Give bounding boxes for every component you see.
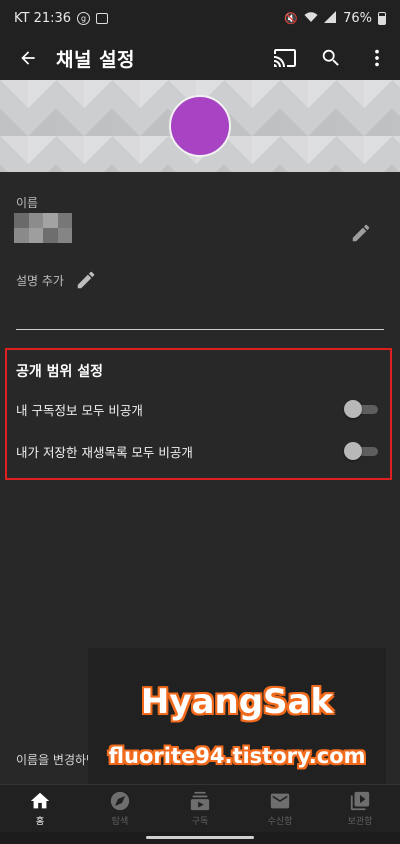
cast-icon [274, 49, 296, 67]
watermark-title: HyangSak [140, 682, 334, 722]
nav-home[interactable]: 홈 [0, 785, 80, 832]
back-button[interactable] [0, 36, 56, 80]
more-vert-icon [375, 49, 379, 67]
gallery-icon [96, 12, 109, 24]
pencil-icon [352, 224, 370, 242]
privacy-option-label: 내 구독정보 모두 비공개 [16, 402, 143, 418]
bottom-nav: 홈 탐색 구독 수신함 보관함 [0, 784, 400, 832]
privacy-section-title: 공개 범위 설정 [16, 364, 104, 380]
name-label: 이름 [16, 196, 39, 210]
search-icon [322, 49, 339, 66]
nav-explore[interactable]: 탐색 [80, 785, 160, 832]
description-label: 설명 추가 [16, 273, 64, 288]
channel-name-redacted [14, 213, 72, 243]
app-bar: 채널 설정 [0, 36, 400, 80]
search-button[interactable] [308, 36, 354, 80]
watermark-url: fluorite94.tistory.com [108, 744, 366, 768]
edit-description-button[interactable] [74, 268, 98, 292]
home-icon [30, 792, 50, 809]
toggle-thumb [344, 442, 362, 460]
privacy-option-label: 내가 저장한 재생목록 모두 비공개 [16, 444, 193, 460]
mute-icon: 🔇 [284, 11, 299, 25]
nav-label: 보관함 [347, 817, 373, 827]
nav-subscriptions[interactable]: 구독 [160, 785, 240, 832]
toggle-thumb [344, 400, 362, 418]
playlists-private-toggle[interactable] [344, 441, 378, 461]
description-underline [16, 329, 384, 330]
pencil-icon [77, 271, 95, 289]
nav-label: 수신함 [267, 817, 293, 827]
edit-name-button[interactable] [346, 218, 376, 248]
nav-label: 탐색 [111, 817, 129, 827]
privacy-row-subscriptions[interactable]: 내 구독정보 모두 비공개 [16, 394, 378, 424]
nav-label: 구독 [191, 817, 209, 827]
privacy-row-playlists[interactable]: 내가 저장한 재생목록 모두 비공개 [16, 436, 378, 466]
watermark-overlay: HyangSak fluorite94.tistory.com [88, 648, 386, 788]
rename-note: 이름을 변경하면 [16, 753, 98, 767]
wifi-icon [304, 11, 318, 26]
subscriptions-private-toggle[interactable] [344, 399, 378, 419]
signal-icon [324, 10, 337, 26]
gesture-bar [0, 832, 400, 844]
status-left: KT 21:36 g [14, 10, 109, 26]
subscriptions-icon [190, 791, 210, 811]
page-title: 채널 설정 [56, 48, 136, 71]
status-bar: KT 21:36 g 🔇 76% [0, 0, 400, 36]
battery-percent: 76% [343, 10, 372, 26]
library-icon [350, 791, 370, 811]
arrow-back-icon [21, 51, 35, 65]
nav-label: 홈 [35, 817, 45, 827]
avatar[interactable] [169, 95, 231, 157]
status-right: 🔇 76% [284, 10, 386, 26]
cast-button[interactable] [262, 36, 308, 80]
g-icon: g [77, 11, 91, 25]
carrier-time: KT 21:36 [14, 10, 72, 26]
battery-icon [378, 11, 386, 25]
inbox-icon [270, 793, 290, 809]
nav-library[interactable]: 보관함 [320, 785, 400, 832]
explore-icon [110, 791, 130, 811]
description-row[interactable]: 설명 추가 [16, 268, 98, 292]
nav-inbox[interactable]: 수신함 [240, 785, 320, 832]
more-options-button[interactable] [354, 36, 400, 80]
